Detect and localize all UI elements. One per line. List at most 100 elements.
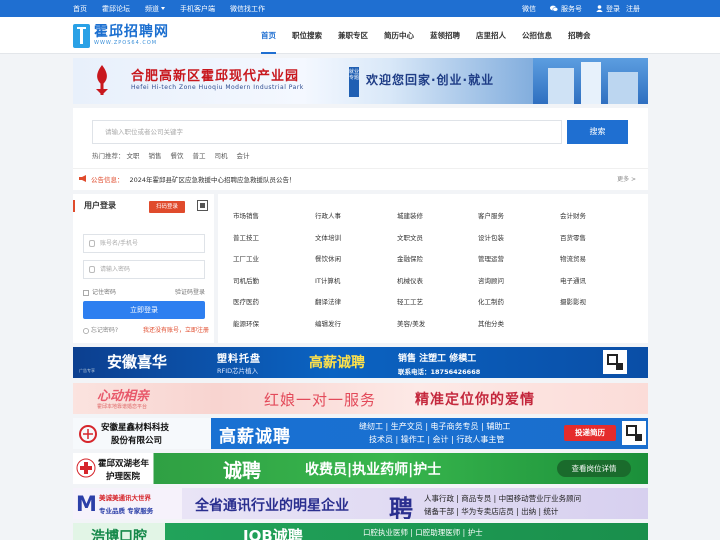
category-link[interactable]: 工厂工业	[233, 253, 259, 263]
category-link[interactable]: 金融保险	[397, 253, 423, 263]
ad3-roles1: 缝纫工 | 生产文员 | 电子商务专员 | 辅助工	[359, 422, 511, 431]
ad5-roles2: 储备干部 | 华为专卖店店员 | 出纳 | 统计	[424, 507, 559, 516]
nav-store-hiring[interactable]: 店里招人	[468, 17, 514, 54]
username-field[interactable]: 账号名/手机号	[83, 234, 205, 253]
hot-keyword[interactable]: 普工	[193, 150, 206, 160]
category-link[interactable]: 机械仪表	[397, 275, 423, 285]
category-link[interactable]: IT计算机	[315, 275, 340, 285]
remember-password[interactable]: 记住密码	[83, 287, 116, 296]
hot-keyword[interactable]: 销售	[149, 150, 162, 160]
forgot-password-link[interactable]: 忘记密码?	[83, 325, 118, 334]
ad-banner-matchmaking[interactable]: 心动相亲 霍邱本地靠谱婚恋平台 红娘一对一服务 精准定位你的爱情	[73, 383, 648, 414]
category-link[interactable]: 客户服务	[478, 210, 504, 220]
nav-resume-center[interactable]: 简历中心	[376, 17, 422, 54]
category-link[interactable]: 美容/美发	[397, 318, 425, 328]
ad1-hiring: 高薪诚聘	[309, 355, 365, 371]
ad2-brand: 心动相亲	[97, 389, 150, 404]
ad5-brand-sub: 专业品质 专家服务	[99, 507, 154, 515]
nav-blue-collar[interactable]: 蓝领招聘	[422, 17, 468, 54]
category-link[interactable]: 咨询顾问	[478, 275, 504, 285]
main-nav: 首页 职位搜索 兼职专区 简历中心 蓝领招聘 店里招人 公招信息 招聘会	[253, 17, 599, 54]
category-link[interactable]: 行政人事	[315, 210, 341, 220]
category-link[interactable]: 编辑发行	[315, 318, 341, 328]
nav-job-fair[interactable]: 招聘会	[560, 17, 599, 54]
logo-mark-icon	[73, 23, 90, 48]
top-register-link[interactable]: 注册	[626, 4, 640, 14]
top-link-home[interactable]: 首页	[73, 4, 87, 14]
category-link[interactable]: 能源环保	[233, 318, 259, 328]
ad1-roles: 销售 注塑工 修模工	[398, 354, 477, 364]
top-link-forum[interactable]: 霍邱论坛	[102, 4, 130, 14]
view-jobs-button[interactable]: 查看岗位详情	[557, 460, 631, 477]
category-link[interactable]: 医疗医药	[233, 296, 259, 306]
hot-keyword[interactable]: 餐饮	[171, 150, 184, 160]
ad1-phone: 联系电话：18756426668	[398, 368, 481, 376]
hot-keyword[interactable]: 司机	[215, 150, 228, 160]
category-link[interactable]: 物流贸易	[560, 253, 586, 263]
top-service-link[interactable]: 服务号	[550, 4, 582, 14]
ad2-slogan: 红娘一对一服务	[264, 391, 377, 409]
category-link[interactable]: 餐饮休闲	[315, 253, 341, 263]
park-logo-icon	[96, 65, 108, 95]
top-wechat-link[interactable]: 微信	[522, 4, 536, 14]
ad-banner-xihua[interactable]: 广告专享 安徽喜华 塑料托盘 RFID芯片植入 高薪诚聘 销售 注塑工 修模工 …	[73, 347, 648, 378]
category-link[interactable]: 设计包装	[478, 232, 504, 242]
category-link[interactable]: 百货零售	[560, 232, 586, 242]
notice-more-link[interactable]: 更多 >	[617, 174, 636, 183]
notice-bar: 公告信息： 2024年霍邱县矿区应急救援中心招聘应急救援队员公告！ 更多 >	[73, 168, 648, 188]
category-link[interactable]: 化工制药	[478, 296, 504, 306]
apply-button[interactable]: 投递简历	[564, 425, 616, 441]
qr-login-button[interactable]: 扫码登录	[149, 201, 185, 213]
category-link[interactable]: 会计财务	[560, 210, 586, 220]
category-link[interactable]: 司机后勤	[233, 275, 259, 285]
ad-banner-meichengmei[interactable]: M 美诚美通讯大世界 专业品质 专家服务 全省通讯行业的明星企业 聘 人事行政 …	[73, 488, 648, 519]
nav-part-time[interactable]: 兼职专区	[330, 17, 376, 54]
nav-public-recruit[interactable]: 公招信息	[514, 17, 560, 54]
top-service-label: 服务号	[561, 4, 582, 13]
category-link[interactable]: 电子通讯	[560, 275, 586, 285]
top-link-wechat-jobs[interactable]: 微信找工作	[230, 4, 265, 14]
category-link[interactable]: 文职文员	[397, 232, 423, 242]
top-link-channel-label: 频道	[145, 4, 159, 13]
site-logo[interactable]: 霍邱招聘网 WWW.ZPOS64.COM	[73, 22, 169, 49]
site-header: 霍邱招聘网 WWW.ZPOS64.COM 首页 职位搜索 兼职专区 简历中心 蓝…	[0, 17, 720, 54]
nav-home[interactable]: 首页	[253, 17, 284, 54]
password-field[interactable]: 请输入密码	[83, 260, 205, 279]
ad4-hiring: 诚聘	[223, 460, 262, 482]
ad-banner-xingxin[interactable]: 安徽星鑫材料科技 股份有限公司 高薪诚聘 缝纫工 | 生产文员 | 电子商务专员…	[73, 418, 648, 449]
category-link[interactable]: 轻工工艺	[397, 296, 423, 306]
top-link-channel[interactable]: 频道	[145, 4, 165, 14]
category-link[interactable]: 摄影影视	[560, 296, 586, 306]
category-link[interactable]: 城建装修	[397, 210, 423, 220]
hot-keyword[interactable]: 文职	[127, 150, 140, 160]
search-input[interactable]: 请输入职位或者公司关键字	[92, 120, 562, 144]
notice-text[interactable]: 2024年霍邱县矿区应急救援中心招聘应急救援队员公告！	[130, 174, 296, 184]
top-login-link[interactable]: 登录	[596, 4, 620, 14]
login-button[interactable]: 立即登录	[83, 301, 205, 319]
hot-keyword[interactable]: 会计	[237, 150, 250, 160]
ad5-brand: 美诚美通讯大世界	[99, 494, 151, 502]
category-link[interactable]: 市场销售	[233, 210, 259, 220]
ad-banner-hospital[interactable]: 霍邱双湖老年 护理医院 诚聘 收费员|执业药师|护士 查看岗位详情	[73, 453, 648, 484]
top-login-label: 登录	[606, 4, 620, 13]
qr-code-icon[interactable]	[197, 200, 208, 211]
code-login-link[interactable]: 验证码登录	[175, 287, 205, 296]
nav-job-search[interactable]: 职位搜索	[284, 17, 330, 54]
banner-slogan: 欢迎您回家·创业·就业	[366, 73, 495, 87]
search-button[interactable]: 搜索	[567, 120, 628, 144]
ad4-hospital2: 护理医院	[106, 472, 141, 482]
category-link[interactable]: 文体培训	[315, 232, 341, 242]
qr-code-icon	[622, 421, 646, 445]
notice-label: 公告信息：	[91, 175, 124, 184]
job-categories: 市场销售 行政人事 城建装修 客户服务 会计财务 普工技工 文体培训 文职文员 …	[218, 194, 648, 343]
register-link[interactable]: 我还没有账号，立即注册	[143, 325, 209, 334]
category-link[interactable]: 翻译法律	[315, 296, 341, 306]
industrial-park-banner[interactable]: 合肥高新区霍邱现代产业园 Hefei Hi-tech Zone Huoqiu M…	[73, 58, 648, 104]
category-link[interactable]: 其他分类	[478, 318, 504, 328]
category-link[interactable]: 管理运营	[478, 253, 504, 263]
logo-subtitle: WWW.ZPOS64.COM	[94, 39, 158, 46]
category-link[interactable]: 普工技工	[233, 232, 259, 242]
top-link-mobile[interactable]: 手机客户端	[180, 4, 215, 14]
ad-banner-dental[interactable]: 浩博口腔 JOB诚聘 口腔执业医师 | 口腔助理医师 | 护士	[73, 523, 648, 540]
ad5-hire-char: 聘	[389, 495, 413, 519]
